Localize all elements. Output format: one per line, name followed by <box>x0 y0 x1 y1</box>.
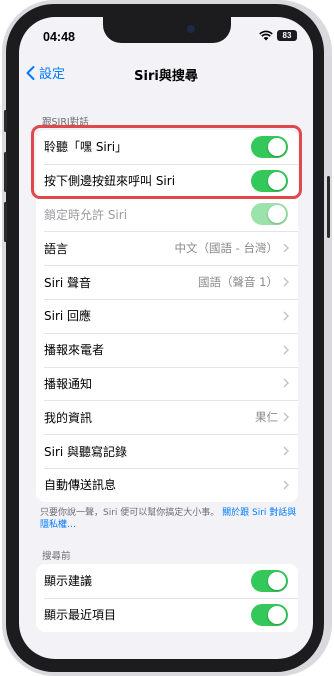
row-label: 鎖定時允許 Siri <box>44 207 128 222</box>
allow-when-locked-toggle <box>251 203 288 226</box>
row-label: 播報通知 <box>44 376 93 391</box>
show-recents-toggle[interactable] <box>251 603 288 626</box>
row-label: Siri 回應 <box>44 309 92 324</box>
row-hey-siri[interactable]: 聆聽「嘿 Siri」 <box>36 130 298 164</box>
row-label: 語言 <box>44 241 69 256</box>
chevron-right-icon <box>283 378 289 388</box>
chevron-right-icon <box>283 446 289 456</box>
row-label: 播報來電者 <box>44 343 105 358</box>
row-value: 國語（聲音 1） <box>198 275 278 290</box>
page-title: Siri與搜尋 <box>134 69 198 84</box>
row-label: 顯示最近項目 <box>44 608 117 623</box>
status-indicators: 83 <box>259 30 297 41</box>
row-siri-dictation-history[interactable]: Siri 與聽寫記錄 <box>36 434 298 468</box>
volume-down-button <box>4 202 7 242</box>
row-auto-send-messages[interactable]: 自動傳送訊息 <box>36 467 298 502</box>
chevron-right-icon <box>283 345 289 355</box>
section-header-search: 搜尋前 <box>42 551 71 562</box>
section-header-siri: 跟SIRI對話 <box>42 117 89 128</box>
row-language[interactable]: 語言 中文（國語 - 台灣） <box>36 231 298 265</box>
search-settings-group: 顯示建議 顯示最近項目 <box>36 564 298 632</box>
row-announce-notifications[interactable]: 播報通知 <box>36 366 298 401</box>
battery-indicator: 83 <box>277 30 297 41</box>
row-value: 果仁 <box>255 410 278 425</box>
row-label: 按下側邊按鈕來呼叫 Siri <box>44 174 176 189</box>
siri-footer-note: 只要你說一聲，Siri 便可以幫你搞定大小事。 關於跟 Siri 對話與隱私權… <box>40 507 298 531</box>
siri-settings-group: 聆聽「嘿 Siri」 按下側邊按鈕來呼叫 Siri 鎖定時允許 Siri 語言 … <box>36 130 298 502</box>
wifi-icon <box>259 30 273 41</box>
screen: 04:48 83 設定 Siri與搜尋 跟SIRI對話 聆聽「嘿 Siri」 按… <box>19 17 313 659</box>
notch <box>103 17 231 43</box>
row-label: Siri 與聽寫記錄 <box>44 444 128 459</box>
row-value: 中文（國語 - 台灣） <box>174 241 278 256</box>
status-time: 04:48 <box>43 30 75 44</box>
chevron-right-icon <box>283 311 289 321</box>
side-button <box>327 176 330 238</box>
footer-text: 只要你說一聲，Siri 便可以幫你搞定大小事。 <box>40 508 220 518</box>
volume-up-button <box>4 152 7 192</box>
row-announce-calls[interactable]: 播報來電者 <box>36 332 298 367</box>
show-suggestions-toggle[interactable] <box>251 569 288 592</box>
row-label: 我的資訊 <box>44 410 93 425</box>
row-my-information[interactable]: 我的資訊 果仁 <box>36 400 298 434</box>
silent-switch <box>4 110 7 132</box>
row-label: Siri 聲音 <box>44 275 92 290</box>
row-show-suggestions[interactable]: 顯示建議 <box>36 564 298 598</box>
chevron-right-icon <box>283 480 289 490</box>
chevron-right-icon <box>283 412 289 422</box>
hey-siri-toggle[interactable] <box>251 135 288 158</box>
chevron-right-icon <box>283 243 289 253</box>
chevron-right-icon <box>283 277 289 287</box>
row-label: 自動傳送訊息 <box>44 478 117 493</box>
row-allow-when-locked: 鎖定時允許 Siri <box>36 197 298 232</box>
side-button-toggle[interactable] <box>251 169 288 192</box>
row-label: 顯示建議 <box>44 574 93 589</box>
row-siri-responses[interactable]: Siri 回應 <box>36 298 298 333</box>
row-label: 聆聽「嘿 Siri」 <box>44 140 128 155</box>
row-show-recents[interactable]: 顯示最近項目 <box>36 597 298 632</box>
front-camera <box>187 25 195 33</box>
row-side-button[interactable]: 按下側邊按鈕來呼叫 Siri <box>36 163 298 198</box>
row-siri-voice[interactable]: Siri 聲音 國語（聲音 1） <box>36 265 298 299</box>
